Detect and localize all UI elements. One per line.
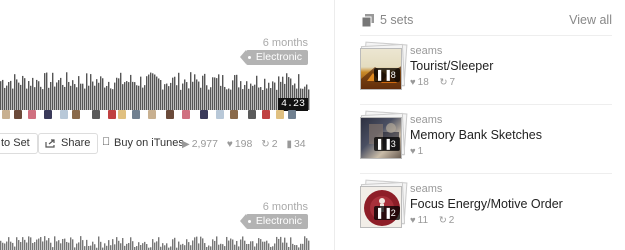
- track-count-badge: ▌▐ 8: [374, 68, 400, 82]
- track-actions: to Set Share  Buy on iTunes ▶2,977 ♥198: [0, 133, 330, 155]
- timed-comments[interactable]: [0, 110, 310, 122]
- comment-avatar[interactable]: [14, 110, 22, 119]
- set-title[interactable]: Memory Bank Sketches: [410, 128, 542, 142]
- comment-avatar[interactable]: [118, 110, 126, 119]
- play-icon: ▶: [182, 139, 190, 150]
- set-stats: ♥ 1: [410, 146, 431, 157]
- buy-label: Buy on iTunes: [114, 137, 184, 149]
- comment-avatar[interactable]: [182, 110, 190, 119]
- comment-icon: ▮: [286, 139, 292, 150]
- track-list: 6 months Electronic 4.23 to Set Share  …: [0, 0, 330, 250]
- heart-icon: ♥: [226, 139, 233, 150]
- plays-stat: ▶ 2,977: [182, 138, 218, 150]
- likes-stat[interactable]: ♥ 198: [227, 138, 252, 150]
- divider: [360, 35, 612, 36]
- column-divider: [334, 0, 335, 250]
- set-reposts[interactable]: ↻ 2: [439, 215, 455, 226]
- comment-avatar[interactable]: [132, 110, 140, 119]
- divider: [360, 173, 612, 174]
- comment-avatar[interactable]: [28, 110, 36, 119]
- repost-icon: ↻: [439, 77, 448, 88]
- divider: [360, 104, 612, 105]
- set-artwork[interactable]: ▌▐ 2: [360, 179, 408, 229]
- repost-icon: ↻: [261, 139, 270, 150]
- comment-avatar[interactable]: [60, 110, 68, 119]
- sets-panel: 5 sets View all ▌▐ 8 seams Tourist/Sleepe…: [360, 0, 625, 250]
- heart-icon: ♥: [410, 215, 416, 226]
- heart-icon: ♥: [410, 77, 416, 88]
- set-title[interactable]: Focus Energy/Motive Order: [410, 197, 563, 211]
- set-item[interactable]: ▌▐ 3 seams Memory Bank Sketches ♥ 1: [360, 110, 625, 166]
- comment-avatar[interactable]: [44, 110, 52, 119]
- set-stats: ♥ 11 ↻ 2: [410, 215, 462, 226]
- set-stats: ♥ 18 ↻ 7: [410, 77, 463, 88]
- buy-link[interactable]:  Buy on iTunes: [102, 136, 184, 149]
- genre-tag[interactable]: Electronic: [239, 50, 308, 65]
- set-item[interactable]: ▌▐ 2 seams Focus Energy/Motive Order ♥ 11 …: [360, 179, 625, 235]
- waveform-graphic[interactable]: [0, 236, 310, 250]
- set-likes[interactable]: ♥ 1: [410, 146, 423, 157]
- waveform[interactable]: [0, 72, 310, 110]
- reposts-stat[interactable]: ↻ 2: [261, 138, 277, 150]
- comment-avatar[interactable]: [166, 110, 174, 119]
- comment-avatar[interactable]: [2, 110, 10, 119]
- comment-avatar[interactable]: [148, 110, 156, 119]
- set-artist[interactable]: seams: [410, 183, 442, 195]
- comment-avatar[interactable]: [92, 110, 100, 119]
- track-count-badge: ▌▐ 3: [374, 137, 400, 151]
- plays-count: 2,977: [191, 138, 218, 150]
- apple-icon: : [102, 136, 110, 148]
- share-button[interactable]: Share: [38, 133, 99, 154]
- heart-icon: ♥: [410, 146, 416, 157]
- sets-icon: [362, 14, 374, 27]
- sets-title: 5 sets: [380, 13, 414, 27]
- set-item[interactable]: ▌▐ 8 seams Tourist/Sleeper ♥ 18 ↻ 7: [360, 41, 625, 97]
- likes-count: 198: [234, 138, 253, 150]
- comment-avatar[interactable]: [72, 110, 80, 119]
- set-likes[interactable]: ♥ 11: [410, 215, 428, 226]
- add-to-set-button[interactable]: to Set: [0, 133, 38, 154]
- set-likes[interactable]: ♥ 18: [410, 77, 429, 88]
- comment-avatar[interactable]: [262, 110, 270, 119]
- genre-tag[interactable]: Electronic: [239, 214, 308, 229]
- track-count-badge: ▌▐ 2: [374, 206, 400, 220]
- set-artwork[interactable]: ▌▐ 8: [360, 41, 408, 91]
- set-artist[interactable]: seams: [410, 45, 442, 57]
- comments-stat[interactable]: ▮ 34: [286, 138, 305, 150]
- track-stats: ▶ 2,977 ♥ 198 ↻ 2 ▮ 34: [182, 138, 312, 150]
- comment-avatar[interactable]: [248, 110, 256, 119]
- view-all-link[interactable]: View all: [569, 13, 612, 27]
- set-reposts[interactable]: ↻ 7: [440, 77, 456, 88]
- set-title[interactable]: Tourist/Sleeper: [410, 59, 493, 73]
- track-age: 6 months: [262, 201, 308, 213]
- set-artwork[interactable]: ▌▐ 3: [360, 110, 408, 160]
- repost-icon: ↻: [438, 215, 447, 226]
- comment-avatar[interactable]: [200, 110, 208, 119]
- reposts-count: 2: [271, 138, 278, 150]
- comments-count: 34: [293, 138, 306, 150]
- comment-avatar[interactable]: [230, 110, 238, 119]
- share-label: Share: [61, 137, 91, 149]
- comment-avatar[interactable]: [108, 110, 116, 119]
- audio-bars-icon: ▌▐: [378, 70, 390, 80]
- comment-avatar[interactable]: [276, 110, 284, 119]
- track-age: 6 months: [262, 37, 308, 49]
- sets-header: 5 sets View all: [360, 13, 612, 29]
- waveform-graphic[interactable]: [0, 72, 310, 110]
- waveform[interactable]: [0, 236, 310, 250]
- audio-bars-icon: ▌▐: [378, 139, 390, 149]
- comment-avatar[interactable]: [216, 110, 224, 119]
- audio-bars-icon: ▌▐: [378, 208, 390, 218]
- share-icon: [45, 139, 55, 148]
- set-artist[interactable]: seams: [410, 114, 442, 126]
- comment-avatar[interactable]: [288, 110, 296, 119]
